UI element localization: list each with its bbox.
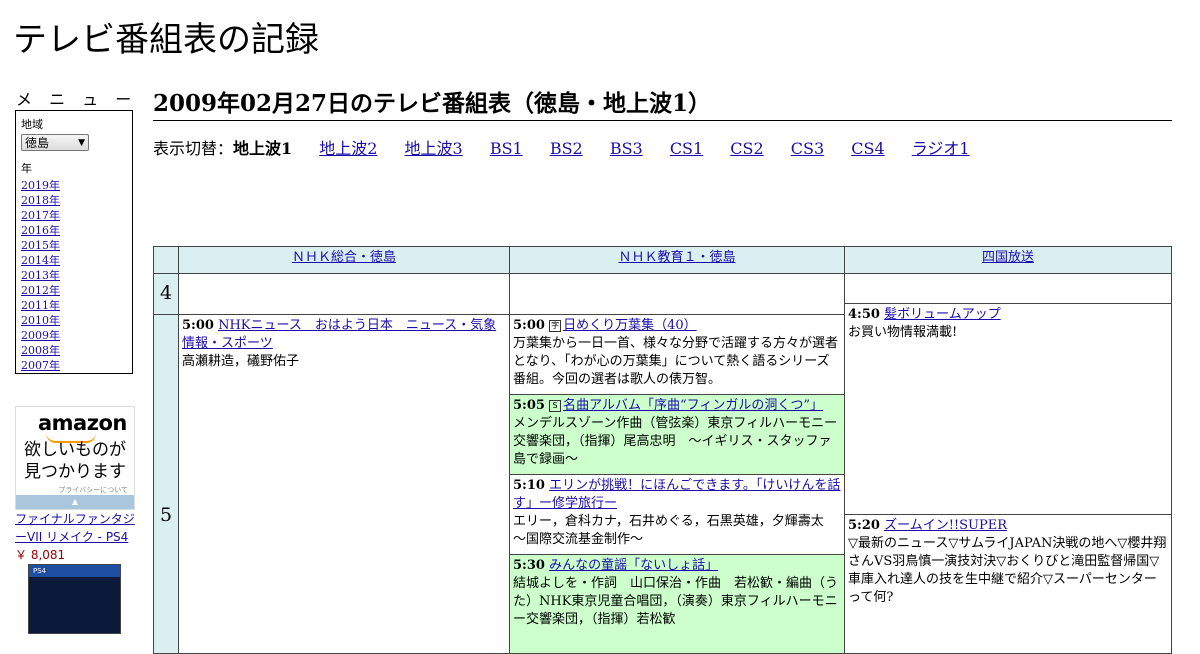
ad-line-1: 欲しいものが xyxy=(24,440,126,460)
switch-label: 表示切替： xyxy=(153,139,234,158)
year-link-2013[interactable]: 2013年 xyxy=(21,269,60,282)
hour-cell-5: 5 xyxy=(153,314,179,654)
program-desc: メンデルスゾーン作曲（管弦楽）東京フィルハーモニー交響楽団，（指揮）尾高忠明 ～… xyxy=(513,416,838,467)
program-time: 5:00 xyxy=(513,318,545,333)
ps4-badge: PS4 xyxy=(29,565,120,577)
corner-cell xyxy=(153,246,179,274)
ad-line-2: 見つかります xyxy=(24,462,126,482)
amazon-ad-banner[interactable]: amazon 欲しいものが 見つかります プライバシーについて ▲ xyxy=(15,406,135,510)
switch-link-terrestrial2[interactable]: 地上波2 xyxy=(319,139,377,158)
product-title-link[interactable]: ファイナルファンタジーVII リメイク - PS4 xyxy=(15,510,137,546)
year-link-2019[interactable]: 2019年 xyxy=(21,179,60,192)
year-link-2012[interactable]: 2012年 xyxy=(21,284,60,297)
year-link-2009[interactable]: 2009年 xyxy=(21,329,60,342)
program-edu-510: 5:10 エリンが挑戦！にほんごできます。「けいけんを話す」ー修学旅行ー エリー… xyxy=(509,474,845,555)
amazon-logo: amazon xyxy=(38,411,127,435)
menu-box: 地域 徳島 ▼ 年 2019年 2018年 2017年 2016年 2015年 … xyxy=(15,110,133,374)
switch-current: 地上波1 xyxy=(233,139,293,158)
stereo-icon: S xyxy=(549,400,562,412)
switch-link-bs3[interactable]: BS3 xyxy=(610,139,643,158)
view-switcher: 表示切替：地上波1 地上波2 地上波3 BS1 BS2 BS3 CS1 CS2 … xyxy=(153,135,992,159)
program-title-link[interactable]: NHKニュース おはよう日本 ニュース・気象情報・スポーツ xyxy=(182,318,496,351)
year-link-2017[interactable]: 2017年 xyxy=(21,209,60,222)
switch-link-cs1[interactable]: CS1 xyxy=(670,139,703,158)
product-price: ￥ 8,081 xyxy=(15,548,66,562)
year-label: 年 xyxy=(21,162,32,175)
program-time: 5:05 xyxy=(513,398,545,413)
program-nhk1-500: 5:00 NHKニュース おはよう日本 ニュース・気象情報・スポーツ 高瀬耕造，… xyxy=(178,314,510,654)
program-title-link[interactable]: エリンが挑戦！にほんごできます。「けいけんを話す」ー修学旅行ー xyxy=(513,478,840,511)
program-edu-530: 5:30 みんなの童謡「ないしょ話」 結城よしを・作詞 山口保治・作曲 若松歓・… xyxy=(509,554,845,654)
region-label: 地域 xyxy=(21,118,43,131)
program-title-link[interactable]: みんなの童謡「ないしょ話」 xyxy=(549,558,718,573)
ad-privacy-link[interactable]: プライバシーについて xyxy=(58,485,128,495)
program-title-link[interactable]: ズームイン!!SUPER xyxy=(884,518,1007,533)
empty-slot-nhk-edu-4 xyxy=(509,273,845,315)
program-time: 5:00 xyxy=(182,318,214,333)
program-time: 5:10 xyxy=(513,478,545,493)
year-link-2016[interactable]: 2016年 xyxy=(21,224,60,237)
empty-slot-nhk-general-4 xyxy=(178,273,510,315)
channel-header-nhk-general: ＮＨＫ総合・徳島 xyxy=(178,246,510,274)
program-time: 5:30 xyxy=(513,558,545,573)
chevron-down-icon: ▼ xyxy=(78,137,85,148)
switch-link-radio1[interactable]: ラジオ1 xyxy=(912,139,970,158)
region-select[interactable]: 徳島 ▼ xyxy=(21,134,89,151)
switch-link-bs2[interactable]: BS2 xyxy=(550,139,583,158)
program-jrt-450: 4:50 髪ボリュームアップ お買い物情報満載! xyxy=(844,303,1172,515)
year-link-2018[interactable]: 2018年 xyxy=(21,194,60,207)
schedule-grid: ＮＨＫ総合・徳島 ＮＨＫ教育１・徳島 四国放送 4 5 5:00 NHKニュース… xyxy=(153,246,1172,654)
year-list: 2019年 2018年 2017年 2016年 2015年 2014年 2013… xyxy=(21,178,127,373)
switch-link-cs2[interactable]: CS2 xyxy=(730,139,763,158)
chevron-up-icon[interactable]: ▲ xyxy=(16,495,134,509)
menu-heading: メ ニ ュ ー xyxy=(16,90,138,109)
switch-link-cs4[interactable]: CS4 xyxy=(851,139,884,158)
empty-slot-shikoku-4 xyxy=(844,273,1172,304)
program-title-link[interactable]: 名曲アルバム「序曲“フィンガルの洞くつ”」 xyxy=(563,398,823,413)
program-time: 4:50 xyxy=(848,307,880,322)
program-edu-505: 5:05 S 名曲アルバム「序曲“フィンガルの洞くつ”」 メンデルスゾーン作曲（管… xyxy=(509,394,845,475)
ad-text: 欲しいものが 見つかります xyxy=(16,439,134,483)
switch-link-bs1[interactable]: BS1 xyxy=(490,139,523,158)
program-desc: 高瀬耕造，礒野佑子 xyxy=(182,354,300,369)
region-select-value: 徳島 xyxy=(25,136,50,150)
switch-link-cs3[interactable]: CS3 xyxy=(791,139,824,158)
year-link-2008[interactable]: 2008年 xyxy=(21,344,60,357)
subtitle-icon: 字 xyxy=(549,320,562,332)
year-link-2014[interactable]: 2014年 xyxy=(21,254,60,267)
product-image[interactable]: PS4 xyxy=(28,564,121,634)
channel-header-nhk-edu: ＮＨＫ教育１・徳島 xyxy=(509,246,845,274)
program-edu-500: 5:00 字日めくり万葉集（40） 万葉集から一日一首、様々な分野で活躍する方々… xyxy=(509,314,845,395)
channel-link-nhk-general[interactable]: ＮＨＫ総合・徳島 xyxy=(292,250,396,265)
switch-link-terrestrial3[interactable]: 地上波3 xyxy=(405,139,463,158)
program-desc: ▽最新のニュース▽サムライJAPAN決戦の地へ▽櫻井翔さんVS羽鳥慎一演技対決▽… xyxy=(848,536,1167,605)
page-title: 2009年02月27日のテレビ番組表（徳島・地上波1） xyxy=(153,84,1172,121)
channel-link-shikoku[interactable]: 四国放送 xyxy=(982,250,1034,265)
program-desc: エリー，倉科カナ，石井めぐる，石黒英雄，夕輝壽太 ～国際交流基金制作～ xyxy=(513,514,837,547)
channel-header-shikoku: 四国放送 xyxy=(844,246,1172,274)
hour-cell-4: 4 xyxy=(153,273,179,315)
program-time: 5:20 xyxy=(848,518,880,533)
year-link-2011[interactable]: 2011年 xyxy=(21,299,60,312)
year-link-2007[interactable]: 2007年 xyxy=(21,359,60,372)
program-jrt-520: 5:20 ズームイン!!SUPER ▽最新のニュース▽サムライJAPAN決戦の地… xyxy=(844,514,1172,654)
program-title-link[interactable]: 髪ボリュームアップ xyxy=(884,307,1001,322)
channel-link-nhk-edu[interactable]: ＮＨＫ教育１・徳島 xyxy=(618,250,735,265)
program-desc: 結城よしを・作詞 山口保治・作曲 若松歓・編曲（うた）NHK東京児童合唱団，（演… xyxy=(513,576,839,627)
program-desc: お買い物情報満載! xyxy=(848,325,958,340)
year-link-2015[interactable]: 2015年 xyxy=(21,239,60,252)
program-desc: 万葉集から一日一首、様々な分野で活躍する方々が選者となり、「わが心の万葉集」につ… xyxy=(513,336,839,387)
site-title: テレビ番組表の記録 xyxy=(13,20,319,60)
year-link-2010[interactable]: 2010年 xyxy=(21,314,60,327)
program-title-link[interactable]: 日めくり万葉集（40） xyxy=(563,318,697,333)
